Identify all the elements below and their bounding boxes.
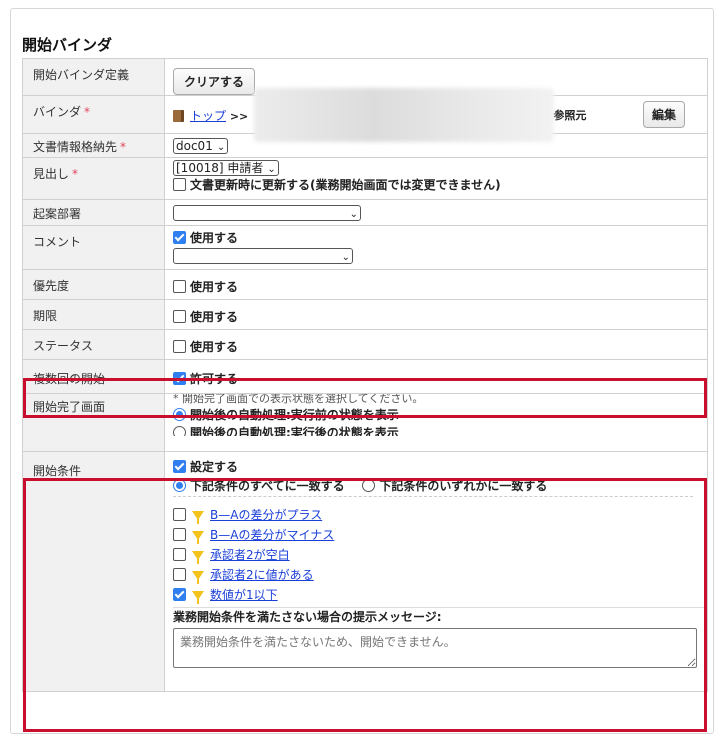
row-multiple-start: 複数回の開始 許可する [22,359,708,394]
row-dept: 起案部署 ⌄ [22,199,708,226]
row-heading: 見出し * [10018] 申請者 ⌄ 文書更新時に更新する(業務開始画面では変更で… [22,157,708,200]
filter-icon [192,571,204,584]
complete-option-after-label: 開始後の自動処理:実行後の状態を表示 [190,426,399,436]
condition-checkbox[interactable] [173,568,186,581]
binder-icon [173,110,184,122]
condition-checkbox[interactable] [173,528,186,541]
condition-item: B—Aの差分がプラス [173,505,707,525]
filter-icon [192,591,204,604]
condition-item: 承認者2に値がある [173,565,707,585]
deadline-use-checkbox[interactable] [173,310,186,323]
binder-form: 開始バインダ定義 クリアする バインダ * トップ >> › 参照元 編集 文書情… [22,58,708,692]
breadcrumb-separator: >> [229,110,249,123]
condition-item: 承認者2が空白 [173,545,707,565]
deadline-use-label: 使用する [190,310,239,324]
row-comment: コメント 使用する ⌄ [22,225,708,270]
condition-link[interactable]: 数値が1以下 [210,588,278,602]
start-condition-label: 設定する [190,460,239,474]
condition-item: B—Aの差分がマイナス [173,525,707,545]
complete-option-before-radio[interactable] [173,408,186,421]
label-heading: 見出し * [22,157,165,200]
heading-select[interactable]: [10018] 申請者 ⌄ [173,160,279,176]
breadcrumb-top-link[interactable]: トップ [190,109,226,123]
message-textarea[interactable] [173,628,697,668]
chevron-down-icon: ⌄ [267,164,276,175]
edit-button[interactable]: 編集 [643,101,686,128]
complete-option-before-label: 開始後の自動処理:実行前の状態を表示 [190,408,399,422]
filter-icon [192,511,204,524]
multiple-start-checkbox[interactable] [173,372,186,385]
complete-screen-note: * 開始完了画面での表示状態を選択してください。 [173,394,424,405]
chevron-down-icon: ⌄ [341,252,350,263]
chevron-down-icon: ⌄ [349,209,358,220]
row-priority: 優先度 使用する [22,269,708,300]
label-priority: 優先度 [22,269,165,300]
label-start-condition: 開始条件 [22,451,165,692]
complete-option-after-radio[interactable] [173,426,186,436]
condition-item: 数値が1以下 [173,585,707,605]
label-multiple-start: 複数回の開始 [22,359,165,394]
match-all-radio[interactable] [173,479,186,492]
comment-select[interactable]: ⌄ [173,248,353,264]
row-status: ステータス 使用する [22,329,708,360]
row-deadline: 期限 使用する [22,299,708,330]
label-definition: 開始バインダ定義 [22,58,165,96]
doc-store-select[interactable]: doc01 ⌄ [173,138,229,154]
message-label: 業務開始条件を満たさない場合の提示メッセージ: [173,607,707,626]
label-binder: バインダ * [22,95,165,134]
match-any-label: 下記条件のいずれかに一致する [379,479,548,493]
row-complete-screen: 開始完了画面 * 開始完了画面での表示状態を選択してください。 開始後の自動処理… [22,393,708,452]
update-on-change-label: 文書更新時に更新する(業務開始画面では変更できません) [190,178,501,192]
redacted-area [254,88,554,142]
label-complete-screen: 開始完了画面 [22,393,165,452]
priority-use-label: 使用する [190,280,239,294]
label-comment: コメント [22,225,165,270]
label-status: ステータス [22,329,165,360]
multiple-start-label: 許可する [190,372,239,386]
chevron-down-icon: ⌄ [216,142,226,153]
status-use-label: 使用する [190,340,239,354]
condition-link[interactable]: B—Aの差分がマイナス [210,528,334,542]
match-all-label: 下記条件のすべてに一致する [190,479,345,493]
label-deadline: 期限 [22,299,165,330]
filter-icon [192,531,204,544]
start-condition-checkbox[interactable] [173,460,186,473]
condition-checkbox[interactable] [173,548,186,561]
match-any-radio[interactable] [362,479,376,492]
condition-checkbox[interactable] [173,588,186,601]
dept-select[interactable]: ⌄ [173,205,361,221]
label-dept: 起案部署 [22,199,165,226]
comment-use-checkbox[interactable] [173,231,186,244]
row-start-condition: 開始条件 設定する 下記条件のすべてに一致する 下記条件のいずれかに一致する B… [22,451,708,692]
status-use-checkbox[interactable] [173,340,186,353]
update-on-change-checkbox[interactable] [173,178,186,191]
label-doc-store: 文書情報格納先 * [22,133,165,158]
condition-link[interactable]: B—Aの差分がプラス [210,508,322,522]
page-title: 開始バインダ [22,36,113,54]
priority-use-checkbox[interactable] [173,280,186,293]
condition-link[interactable]: 承認者2に値がある [210,568,314,582]
clear-button[interactable]: クリアする [173,68,256,95]
comment-use-label: 使用する [190,231,239,245]
condition-link[interactable]: 承認者2が空白 [210,548,290,562]
filter-icon [192,551,204,564]
condition-checkbox[interactable] [173,508,186,521]
